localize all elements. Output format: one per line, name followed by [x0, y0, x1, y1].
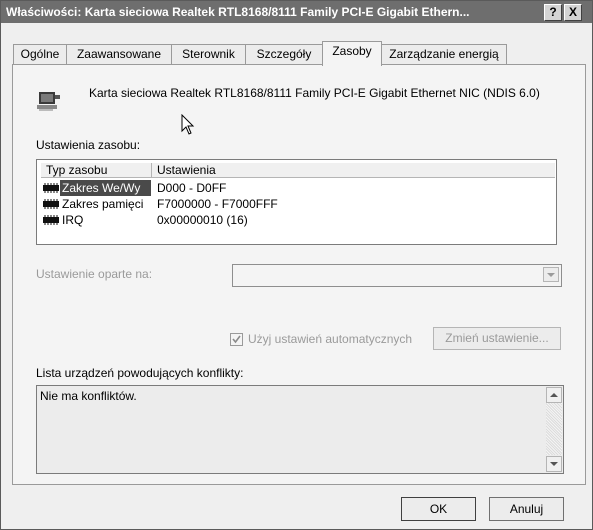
tab-resources[interactable]: Zasoby [322, 41, 382, 66]
title-bar[interactable]: Właściwości: Karta sieciowa Realtek RTL8… [1, 1, 592, 23]
resource-settings-label: Ustawienia zasobu: [36, 138, 141, 152]
chip-icon [43, 199, 59, 209]
tab-general[interactable]: Ogólne [13, 44, 67, 65]
window-title: Właściwości: Karta sieciowa Realtek RTL8… [6, 5, 470, 19]
resource-type: Zakres We/Wy [60, 180, 151, 196]
properties-dialog: Właściwości: Karta sieciowa Realtek RTL8… [0, 0, 593, 530]
resource-type: IRQ [62, 213, 84, 227]
resource-setting: 0x00000010 (16) [157, 213, 248, 227]
network-card-icon [37, 92, 60, 111]
device-name: Karta sieciowa Realtek RTL8168/8111 Fami… [89, 86, 540, 100]
resource-setting: D000 - D0FF [157, 181, 227, 195]
conflicts-list[interactable]: Nie ma konfliktów. [36, 385, 564, 474]
chip-icon [43, 183, 59, 193]
tab-details[interactable]: Szczegóły [245, 44, 323, 65]
dropdown-arrow-icon[interactable] [543, 267, 559, 282]
change-setting-button[interactable]: Zmień ustawienie... [433, 327, 561, 350]
based-on-label: Ustawienie oparte na: [36, 267, 153, 281]
tab-power-management[interactable]: Zarządzanie energią [381, 44, 507, 65]
checkmark-icon [232, 335, 241, 344]
ok-button[interactable]: OK [401, 497, 476, 521]
scroll-up-button[interactable] [546, 387, 562, 403]
tab-driver[interactable]: Sterownik [171, 44, 246, 65]
tab-advanced[interactable]: Zaawansowane [66, 44, 172, 65]
based-on-dropdown[interactable] [232, 264, 562, 287]
mouse-cursor-icon [181, 114, 195, 135]
chip-icon [43, 215, 59, 225]
scroll-down-button[interactable] [546, 456, 562, 472]
resource-list[interactable]: Typ zasobu Ustawienia Zakres We/Wy D000 … [36, 159, 557, 245]
column-header-settings[interactable]: Ustawienia [152, 163, 555, 178]
close-button[interactable]: X [564, 4, 582, 21]
arrow-up-icon [550, 393, 558, 397]
table-row[interactable]: IRQ 0x00000010 (16) [37, 212, 537, 228]
help-button[interactable]: ? [544, 4, 562, 21]
scrollbar-track[interactable] [546, 403, 562, 455]
conflicts-label: Lista urządzeń powodujących konflikty: [36, 366, 244, 380]
resource-type: Zakres pamięci [62, 197, 144, 211]
auto-settings-label[interactable]: Użyj ustawień automatycznych [248, 332, 412, 346]
cancel-button[interactable]: Anuluj [489, 497, 564, 521]
conflicts-text: Nie ma konfliktów. [40, 389, 137, 403]
arrow-down-icon [550, 462, 558, 466]
table-row[interactable]: Zakres pamięci F7000000 - F7000FFF [37, 196, 537, 212]
column-header-type[interactable]: Typ zasobu [41, 163, 152, 178]
table-row[interactable]: Zakres We/Wy D000 - D0FF [37, 180, 537, 196]
auto-settings-checkbox[interactable] [230, 333, 243, 346]
resource-setting: F7000000 - F7000FFF [157, 197, 278, 211]
